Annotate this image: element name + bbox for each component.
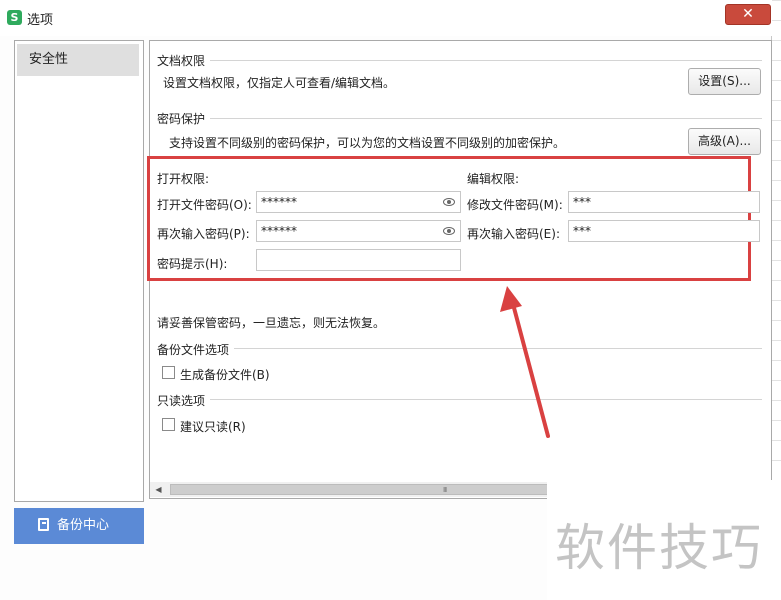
watermark-text: 软件技巧 <box>555 519 763 577</box>
